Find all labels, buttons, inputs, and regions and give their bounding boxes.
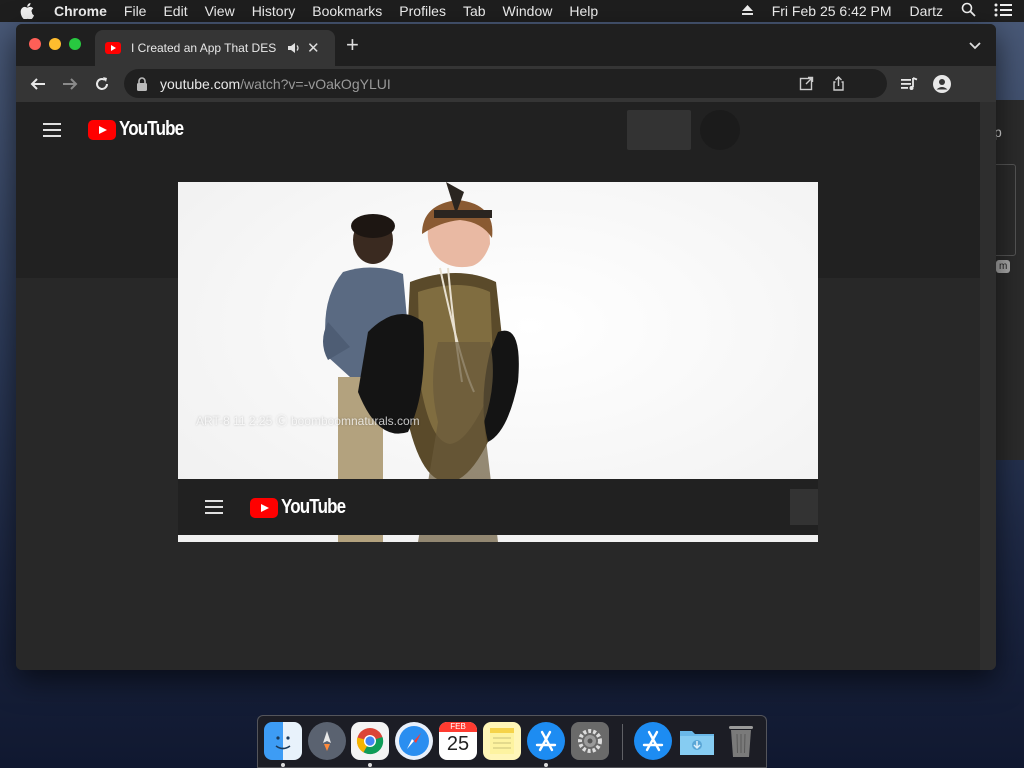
menu-file[interactable]: File xyxy=(124,3,147,19)
menu-help[interactable]: Help xyxy=(569,3,598,19)
tab-title: I Created an App That DES xyxy=(131,41,277,55)
video-hamburger-icon xyxy=(205,500,223,514)
share-icon[interactable] xyxy=(831,76,846,91)
dock: FEB 25 xyxy=(257,715,767,768)
menu-edit[interactable]: Edit xyxy=(163,3,187,19)
hamburger-menu-icon[interactable] xyxy=(43,123,61,137)
window-minimize-button[interactable] xyxy=(49,38,61,50)
chrome-icon[interactable] xyxy=(351,722,389,760)
video-player[interactable]: ART-8 11 2:25 Ⓒ boomboomnaturals.com You… xyxy=(178,182,818,542)
menu-tab[interactable]: Tab xyxy=(463,3,486,19)
app-store-running-indicator xyxy=(544,763,548,767)
menu-history[interactable]: History xyxy=(252,3,296,19)
app-store-icon[interactable] xyxy=(527,722,565,760)
address-bar[interactable]: youtube.com/watch?v=-vOakOgYLUI xyxy=(124,69,887,98)
tab-youtube-video[interactable]: I Created an App That DES ✕ xyxy=(95,30,335,66)
lock-icon[interactable] xyxy=(136,76,148,91)
profile-avatar-icon[interactable] xyxy=(933,75,951,93)
video-youtube-logo: YouTube xyxy=(250,496,357,519)
menu-bar-status-area: Fri Feb 25 6:42 PM Dartz xyxy=(741,0,1024,22)
back-arrow-icon[interactable] xyxy=(28,74,48,94)
youtube-logo-text: YouTube xyxy=(119,118,184,140)
menu-bar: Chrome File Edit View History Bookmarks … xyxy=(0,0,1024,22)
background-window-badge: m xyxy=(996,260,1011,273)
window-zoom-button[interactable] xyxy=(69,38,81,50)
app-store-downloads-icon[interactable] xyxy=(634,722,672,760)
video-youtube-logo-text: YouTube xyxy=(281,496,346,518)
trash-icon[interactable] xyxy=(722,722,760,760)
dock-separator xyxy=(622,724,623,760)
video-watermark: ART-8 11 2:25 Ⓒ boomboomnaturals.com xyxy=(196,414,420,428)
page-scrollbar[interactable] xyxy=(980,102,996,670)
youtube-play-logo-icon xyxy=(88,119,116,140)
downloads-folder-icon[interactable] xyxy=(678,722,716,760)
media-controls-icon[interactable] xyxy=(900,75,918,93)
apple-menu-icon[interactable] xyxy=(20,3,36,19)
page-viewport[interactable]: YouTube ART-8 11 2:25 Ⓒ boomboomnaturals… xyxy=(16,102,980,670)
system-preferences-icon[interactable] xyxy=(571,722,609,760)
menu-profiles[interactable]: Profiles xyxy=(399,3,446,19)
reload-icon[interactable] xyxy=(92,74,112,94)
tab-search-chevron-icon[interactable] xyxy=(968,38,982,52)
video-embedded-youtube-header: YouTube xyxy=(178,479,818,535)
eject-icon[interactable] xyxy=(741,3,754,19)
menu-bookmarks[interactable]: Bookmarks xyxy=(312,3,382,19)
finder-icon[interactable] xyxy=(264,722,302,760)
tab-strip: I Created an App That DES ✕ + xyxy=(16,24,996,66)
sign-in-placeholder[interactable] xyxy=(627,110,691,150)
address-bar-url: youtube.com/watch?v=-vOakOgYLUI xyxy=(160,75,391,92)
chrome-window: I Created an App That DES ✕ + youtube.co… xyxy=(16,24,996,670)
safari-icon[interactable] xyxy=(395,722,433,760)
chrome-running-indicator xyxy=(368,763,372,767)
avatar-placeholder[interactable] xyxy=(700,110,740,150)
menu-view[interactable]: View xyxy=(205,3,235,19)
notes-icon[interactable] xyxy=(483,722,521,760)
launchpad-icon[interactable] xyxy=(308,722,346,760)
calendar-icon[interactable]: FEB 25 xyxy=(439,722,477,760)
finder-running-indicator xyxy=(281,763,285,767)
video-youtube-play-logo-icon xyxy=(250,497,278,518)
calendar-month: FEB xyxy=(439,722,477,732)
spotlight-search-icon[interactable] xyxy=(961,2,976,20)
menu-window[interactable]: Window xyxy=(503,3,553,19)
youtube-favicon-icon xyxy=(105,42,121,54)
menu-app-chrome[interactable]: Chrome xyxy=(54,3,107,19)
video-header-placeholder xyxy=(790,489,818,525)
notification-center-icon[interactable] xyxy=(994,3,1012,20)
new-tab-icon[interactable]: + xyxy=(346,34,359,56)
tab-close-icon[interactable]: ✕ xyxy=(307,41,320,56)
menu-bar-user[interactable]: Dartz xyxy=(910,3,943,19)
window-close-button[interactable] xyxy=(29,38,41,50)
menu-bar-clock[interactable]: Fri Feb 25 6:42 PM xyxy=(772,3,892,19)
tab-audio-icon[interactable] xyxy=(287,41,301,55)
browser-toolbar: youtube.com/watch?v=-vOakOgYLUI xyxy=(16,66,996,102)
open-in-app-icon[interactable] xyxy=(799,76,814,91)
forward-arrow-icon[interactable] xyxy=(60,74,80,94)
youtube-logo[interactable]: YouTube xyxy=(88,118,195,141)
calendar-day: 25 xyxy=(446,733,470,755)
